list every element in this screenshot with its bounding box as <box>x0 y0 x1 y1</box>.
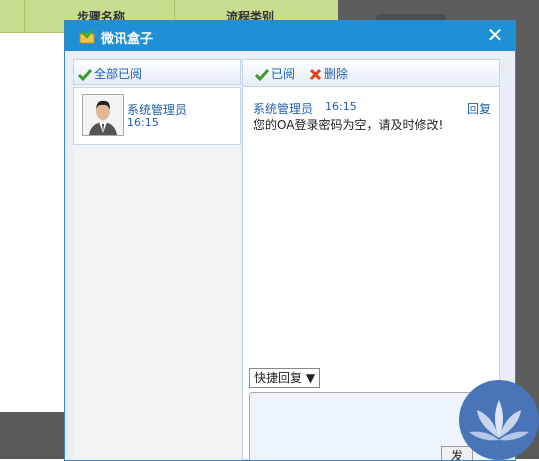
user-avatar-icon <box>83 95 123 135</box>
close-button[interactable]: ✕ <box>485 25 505 45</box>
mark-read-button[interactable]: 已阅 <box>255 65 295 82</box>
header-divider <box>24 0 25 32</box>
message-time: 16:15 <box>325 100 357 113</box>
message-toolbar: 已阅 删除 <box>243 60 499 87</box>
check-icon <box>78 68 92 81</box>
dialog-title: 微讯盒子 <box>101 32 154 47</box>
delete-icon <box>309 68 322 81</box>
lotus-logo <box>459 380 539 460</box>
contact-panel: 全部已阅 系统管理员 16:15 <box>73 59 241 460</box>
message-body: 您的OA登录密码为空，请及时修改! <box>253 118 444 132</box>
check-icon <box>255 68 269 81</box>
message-box-icon <box>79 29 95 44</box>
dialog-titlebar[interactable]: 微讯盒子 ✕ <box>65 21 515 51</box>
contact-time: 16:15 <box>127 116 159 129</box>
mark-read-label: 已阅 <box>271 67 296 81</box>
avatar <box>82 94 124 136</box>
delete-label: 删除 <box>324 67 349 81</box>
delete-button[interactable]: 删除 <box>309 65 348 82</box>
message-sender: 系统管理员 <box>253 102 314 116</box>
reply-link[interactable]: 回复 <box>467 100 491 117</box>
mark-all-read-button[interactable]: 全部已阅 <box>78 65 142 82</box>
quick-reply-select[interactable]: 快捷回复 ▼ <box>249 368 321 388</box>
message-box-dialog: 微讯盒子 ✕ 全部已阅 系统管理员 16:15 已阅 删除 系统管理员 16:1… <box>64 20 516 461</box>
contact-item[interactable]: 系统管理员 16:15 <box>73 87 241 145</box>
contact-toolbar: 全部已阅 <box>73 59 241 85</box>
mark-all-read-label: 全部已阅 <box>94 67 143 81</box>
